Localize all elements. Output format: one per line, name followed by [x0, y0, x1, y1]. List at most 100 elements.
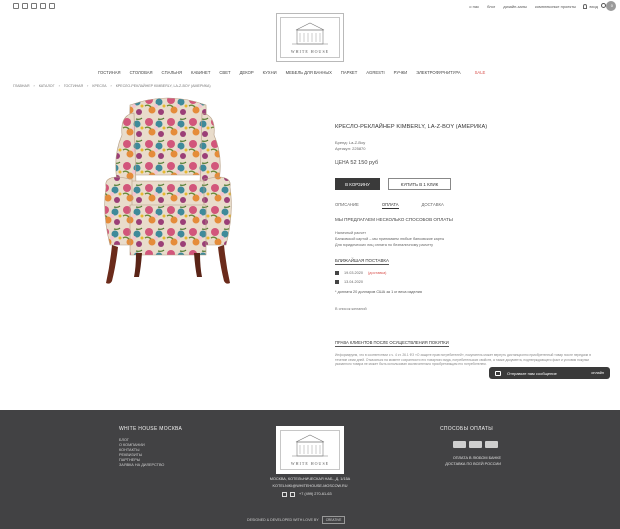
nav-item-dining-room[interactable]: СТОЛОВАЯ	[130, 70, 153, 75]
visa-icon	[453, 441, 466, 448]
article-label: Артикул:	[335, 146, 352, 151]
house-drawing-icon	[292, 22, 328, 45]
footer: WHITE HOUSE МОСКВА БЛОГ О КОМПАНИИ КОНТА…	[0, 410, 620, 529]
delivery-row-air: 19.03.2020 (доставка)	[335, 271, 386, 275]
footer-email[interactable]: KOTELNIKI@WHITEHOUSE-MOSCOW.RU	[240, 483, 380, 490]
top-bar: о нас блог дизайн-залы комплексные проек…	[0, 0, 620, 13]
footer-logo[interactable]: WHITE HOUSE	[276, 426, 344, 474]
instagram-icon[interactable]	[282, 492, 287, 497]
breadcrumb-catalog[interactable]: КАТАЛОГ	[39, 84, 55, 88]
top-link-projects[interactable]: комплексные проекты	[535, 4, 576, 9]
nav-item-parquet[interactable]: ПАРКЕТ	[341, 70, 357, 75]
ship-icon	[335, 280, 339, 284]
breadcrumb-separator: ›	[110, 84, 112, 88]
top-link-design-halls[interactable]: дизайн-залы	[503, 4, 527, 9]
logo-frame: WHITE HOUSE	[280, 17, 340, 58]
breadcrumb-separator: ›	[58, 84, 60, 88]
tab-delivery[interactable]: ДОСТАВКА	[422, 202, 444, 209]
location-icon[interactable]	[40, 3, 46, 9]
facebook-icon[interactable]	[290, 492, 295, 497]
nav-item-office[interactable]: КАБИНЕТ	[191, 70, 210, 75]
price-value: 52 150 руб	[350, 160, 379, 166]
airplane-icon	[335, 271, 339, 275]
article-value: 225870	[352, 146, 366, 151]
footer-contacts: МОСКВА, КОТЕЛЬНИЧЕСКАЯ НАБ., Д. 1/15А KO…	[240, 476, 380, 489]
nav-item-living-room[interactable]: ГОСТИНАЯ	[98, 70, 121, 75]
product-meta: Бренд: La-Z-Boy Артикул: 225870	[335, 140, 366, 152]
nav-item-handles[interactable]: РУЧКИ	[394, 70, 408, 75]
nav-item-electrical[interactable]: ЭЛЕКТРОФУРНИТУРА	[416, 70, 460, 75]
delivery-title: БЛИЖАЙШАЯ ПОСТАВКА	[335, 258, 389, 265]
payment-methods: Наличный расчет Банковской картой – мы п…	[335, 231, 444, 248]
house-drawing-icon	[292, 434, 328, 457]
top-link-about[interactable]: о нас	[469, 4, 479, 9]
customer-rights-text: Информируем, что в соответствии с ч. 4 с…	[335, 353, 591, 367]
chat-widget[interactable]: Отправьте нам сообщение онлайн	[489, 367, 610, 379]
footer-logo-frame: WHITE HOUSE	[280, 430, 340, 470]
breadcrumb: ГЛАВНАЯ › КАТАЛОГ › ГОСТИНАЯ › КРЕСЛА › …	[13, 84, 211, 88]
nav-item-kitchens[interactable]: КУХНИ	[263, 70, 277, 75]
social-links	[13, 3, 55, 9]
instagram-icon[interactable]	[13, 3, 19, 9]
footer-logo-text: WHITE HOUSE	[290, 461, 330, 466]
nav-item-bathroom[interactable]: МЕБЕЛЬ ДЛЯ ВАННЫХ	[286, 70, 332, 75]
facebook-icon[interactable]	[22, 3, 28, 9]
tab-description[interactable]: ОПИСАНИЕ	[335, 202, 359, 209]
site-logo[interactable]: WHITE HOUSE	[276, 13, 344, 62]
tab-payment[interactable]: ОПЛАТА	[381, 202, 399, 209]
mir-card-icon	[485, 441, 498, 448]
breadcrumb-separator: ›	[87, 84, 89, 88]
nav-item-bedroom[interactable]: СПАЛЬНЯ	[162, 70, 182, 75]
delivery-russia: ДОСТАВКА ПО ВСЕЙ РОССИИ	[445, 461, 501, 466]
developer-text: DESIGNED & DEVELOPED WITH LOVE BY	[247, 518, 319, 522]
delivery-row-ship: 13.04.2020	[335, 280, 363, 284]
logo-text: WHITE HOUSE	[290, 49, 330, 54]
payment-methods-title: СПОСОБЫ ОПЛАТЫ	[440, 426, 493, 432]
delivery-date: 19.03.2020	[344, 271, 364, 275]
article-row: Артикул: 225870	[335, 146, 366, 152]
top-link-blog[interactable]: блог	[487, 4, 495, 9]
chat-bubble-icon	[495, 370, 501, 376]
breadcrumb-armchairs[interactable]: КРЕСЛА	[92, 84, 106, 88]
footer-phone[interactable]: +7 (499) 270-61-63	[299, 492, 332, 496]
footer-links: БЛОГ О КОМПАНИИ КОНТАКТЫ РЕКВИЗИТЫ ПАРТН…	[119, 438, 164, 469]
mastercard-icon	[469, 441, 482, 448]
chat-label: Отправьте нам сообщение	[507, 370, 557, 376]
footer-address: МОСКВА, КОТЕЛЬНИЧЕСКАЯ НАБ., Д. 1/15А	[269, 477, 351, 481]
breadcrumb-home[interactable]: ГЛАВНАЯ	[13, 84, 29, 88]
add-to-wishlist-link[interactable]: В список желаний	[335, 307, 367, 311]
price-row: ЦЕНА 52 150 руб	[335, 160, 378, 166]
developer-logo[interactable]: CREATIVE	[321, 516, 346, 524]
chat-status: онлайн	[591, 371, 604, 375]
main-nav: ГОСТИНАЯ СТОЛОВАЯ СПАЛЬНЯ КАБИНЕТ СВЕТ Д…	[98, 70, 485, 75]
breadcrumb-separator: ›	[33, 84, 35, 88]
product-photo[interactable]	[100, 95, 236, 291]
footer-social	[282, 492, 295, 497]
payment-heading: МЫ ПРЕДЛАГАЕМ НЕСКОЛЬКО СПОСОБОВ ОПЛАТЫ	[335, 217, 453, 222]
payment-line: Банковской картой – мы принимаем любые б…	[335, 236, 445, 241]
mail-icon[interactable]	[31, 3, 37, 9]
breadcrumb-living-room[interactable]: ГОСТИНАЯ	[64, 84, 83, 88]
developer-credit: DESIGNED & DEVELOPED WITH LOVE BY CREATI…	[247, 516, 346, 524]
nav-item-decor[interactable]: ДЕКОР	[240, 70, 254, 75]
cart-count: 0	[610, 3, 613, 8]
customer-rights-title[interactable]: ПРАВА КЛИЕНТОВ ПОСЛЕ ОСУЩЕСТВЛЕНИЯ ПОКУП…	[335, 340, 449, 347]
nav-item-sale[interactable]: SALE	[475, 70, 486, 75]
brand-value[interactable]: La-Z-Boy	[349, 140, 365, 145]
add-to-cart-button[interactable]: В КОРЗИНУ	[335, 178, 380, 190]
top-links: о нас блог дизайн-залы комплексные проек…	[469, 4, 576, 9]
nav-item-lighting[interactable]: СВЕТ	[219, 70, 230, 75]
login-label: вход	[589, 4, 598, 9]
nav-item-agresti[interactable]: AGRESTI	[366, 70, 384, 75]
delivery-surcharge-note: * доплата 20 долларов США за 1 кг веса и…	[335, 290, 422, 294]
login-link[interactable]: вход	[583, 4, 598, 9]
phone-icon[interactable]	[49, 3, 55, 9]
payment-cards	[453, 441, 498, 448]
delivery-date: 13.04.2020	[344, 280, 364, 284]
buy-one-click-button[interactable]: КУПИТЬ В 1 КЛИК	[388, 178, 451, 190]
footer-link-dealership[interactable]: ЗАЯВКА НА ДИЛЕРСТВО	[119, 463, 164, 468]
breadcrumb-current: КРЕСЛО-РЕКЛАЙНЕР KIMBERLY, LA-Z-BOY (АМЕ…	[115, 84, 211, 88]
payment-line: Для юридических лиц оплата по безналично…	[335, 242, 434, 247]
product-tabs: ОПИСАНИЕ ОПЛАТА ДОСТАВКА	[335, 202, 444, 209]
product-title: КРЕСЛО-РЕКЛАЙНЕР KIMBERLY, LA-Z-BOY (АМЕ…	[335, 124, 488, 130]
